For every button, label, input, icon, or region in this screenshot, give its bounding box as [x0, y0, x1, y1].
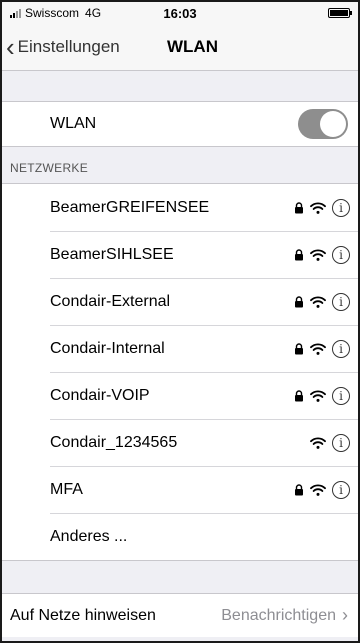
info-icon[interactable]: i — [332, 480, 350, 499]
info-icon[interactable]: i — [332, 292, 350, 311]
wifi-icon — [310, 483, 326, 496]
network-list: BeamerGREIFENSEE i BeamerSIHLSEE i Conda… — [2, 183, 358, 561]
network-name: Condair_1234565 — [50, 433, 178, 451]
carrier-label: Swisscom — [25, 6, 80, 20]
network-name: MFA — [50, 480, 83, 498]
signal-icon — [10, 8, 21, 18]
ask-to-join-value-text: Benachrichtigen — [221, 606, 336, 624]
lock-icon — [295, 483, 303, 495]
ask-to-join-label: Auf Netze hinweisen — [10, 606, 156, 624]
other-network-label: Anderes ... — [50, 527, 128, 545]
network-name: BeamerGREIFENSEE — [50, 198, 210, 216]
network-row[interactable]: Condair-Internal i — [2, 325, 358, 372]
network-row[interactable]: Condair-External i — [2, 278, 358, 325]
network-name: BeamerSIHLSEE — [50, 245, 174, 263]
network-name: Condair-VOIP — [50, 386, 150, 404]
network-row[interactable]: Condair-VOIP i — [2, 372, 358, 419]
info-icon[interactable]: i — [332, 339, 350, 358]
page-title: WLAN — [167, 37, 218, 56]
wifi-icon — [310, 342, 326, 355]
network-row[interactable]: MFA i — [2, 466, 358, 513]
ask-to-join-value: Benachrichtigen › — [221, 605, 348, 626]
phone-screen: Swisscom 4G 16:03 ‹ Einstellungen WLAN W… — [0, 0, 360, 643]
lock-icon — [295, 342, 303, 354]
navigation-bar: ‹ Einstellungen WLAN — [2, 24, 358, 71]
wifi-icon — [310, 436, 326, 449]
network-icons: i — [294, 466, 350, 513]
ask-to-join-row[interactable]: Auf Netze hinweisen Benachrichtigen › — [2, 593, 358, 637]
lock-icon — [295, 295, 303, 307]
wifi-icon — [310, 389, 326, 402]
network-icons: i — [294, 419, 350, 466]
battery-icon — [328, 8, 352, 18]
chevron-left-icon: ‹ — [6, 32, 15, 62]
wifi-icon — [310, 295, 326, 308]
spacer — [2, 71, 358, 102]
network-icons: i — [294, 325, 350, 372]
networks-section-header: NETZWERKE — [10, 161, 89, 175]
lock-icon — [295, 248, 303, 260]
network-type: 4G — [85, 6, 102, 20]
wlan-label: WLAN — [50, 115, 97, 132]
info-icon[interactable]: i — [332, 245, 350, 264]
network-icons: i — [294, 184, 350, 231]
network-icons: i — [294, 231, 350, 278]
network-row[interactable]: BeamerSIHLSEE i — [2, 231, 358, 278]
status-bar: Swisscom 4G 16:03 — [2, 2, 358, 24]
network-row[interactable]: BeamerGREIFENSEE i — [2, 184, 358, 231]
info-icon[interactable]: i — [332, 433, 350, 452]
wifi-icon — [310, 248, 326, 261]
back-label: Einstellungen — [17, 37, 120, 56]
back-button[interactable]: ‹ Einstellungen — [6, 32, 120, 62]
chevron-right-icon: › — [342, 605, 348, 625]
network-icons: i — [294, 278, 350, 325]
lock-icon — [295, 201, 303, 213]
network-name: Condair-Internal — [50, 339, 165, 357]
info-icon[interactable]: i — [332, 386, 350, 405]
wlan-toggle[interactable] — [298, 109, 348, 139]
wlan-row: WLAN — [2, 102, 358, 147]
toggle-knob — [320, 111, 346, 137]
other-network-row[interactable]: Anderes ... — [2, 513, 358, 560]
network-icons: i — [294, 372, 350, 419]
lock-icon — [295, 389, 303, 401]
network-row[interactable]: Condair_1234565 i — [2, 419, 358, 466]
info-icon[interactable]: i — [332, 198, 350, 217]
wifi-icon — [310, 201, 326, 214]
network-name: Condair-External — [50, 292, 171, 310]
